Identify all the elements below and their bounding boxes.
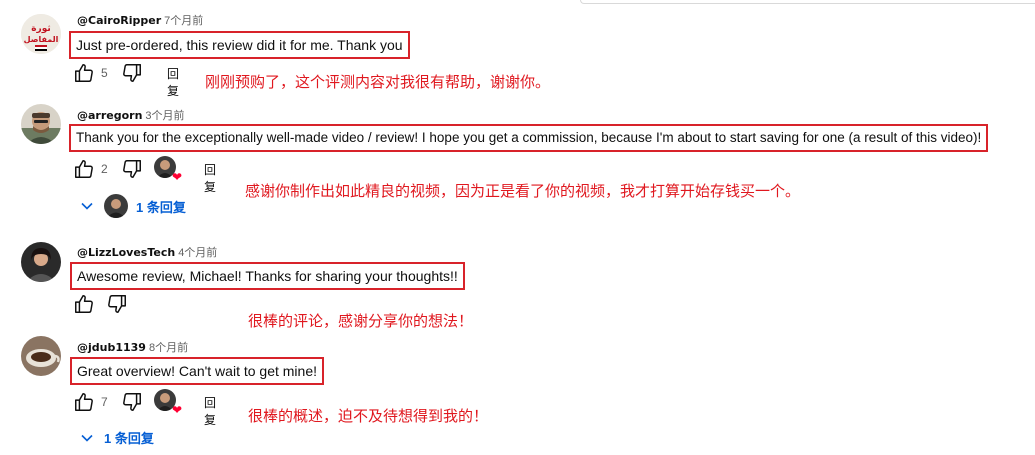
comment-text: Great overview! Can't wait to get mine! [70,357,324,385]
like-button[interactable] [72,157,96,181]
panel-top-border [580,0,1035,4]
dislike-button[interactable] [120,61,144,85]
avatar[interactable] [21,242,61,282]
thumbs-down-icon [123,393,141,411]
replies-count: 1 条回复 [136,199,186,215]
author-handle[interactable]: @jdub1139 [77,341,146,354]
translation-annotation: 很棒的评论，感谢分享你的想法！ [248,312,474,330]
chevron-down-icon [81,202,93,210]
thumbs-up-icon [75,393,93,411]
comment-time[interactable]: 8个月前 [149,342,188,354]
comment-header: @jdub1139 8个月前 [77,339,188,355]
translation-annotation: 很棒的概述，迫不及待想得到我的！ [248,407,489,425]
view-replies-button[interactable]: 1 条回复 [80,194,186,218]
thumbs-up-icon [75,64,93,82]
like-button[interactable] [72,390,96,414]
dislike-button[interactable] [105,292,129,316]
replies-count: 1 条回复 [104,431,154,446]
comment-time[interactable]: 4个月前 [178,247,217,259]
view-replies-button[interactable]: 1 条回复 [80,428,154,447]
like-count: 7 [101,395,108,409]
thumbs-up-icon [75,160,93,178]
comment-text: Just pre-ordered, this review did it for… [69,31,410,59]
like-count: 5 [101,66,108,80]
comment-header: @arregorn 3个月前 [77,107,185,123]
dislike-button[interactable] [120,157,144,181]
comment-header: @CairoRipper 7个月前 [77,12,203,28]
thumbs-down-icon [123,64,141,82]
avatar[interactable] [21,336,61,376]
thumbs-down-icon [123,160,141,178]
avatar[interactable]: ثورة المفاصل [21,14,61,54]
thumbs-up-icon [75,295,93,313]
reply-button[interactable]: 回复 [204,161,216,195]
thumbs-down-icon [108,295,126,313]
chevron-down-icon [81,434,93,442]
svg-text:المفاصل: المفاصل [24,35,59,44]
comment-text: Awesome review, Michael! Thanks for shar… [70,262,465,290]
creator-heart: ❤ [154,156,182,183]
heart-icon: ❤ [171,403,182,417]
translation-annotation: 刚刚预购了，这个评测内容对我很有帮助，谢谢你。 [205,73,551,91]
comment-text: Thank you for the exceptionally well-mad… [69,124,989,152]
reply-avatar [104,194,128,218]
author-handle[interactable]: @LizzLovesTech [77,246,175,259]
translation-annotation: 感谢你制作出如此精良的视频，因为正是看了你的视频，我才打算开始存钱买一个。 [245,182,801,200]
reply-button[interactable]: 回复 [204,394,216,428]
creator-heart: ❤ [154,389,182,416]
author-handle[interactable]: @CairoRipper [77,14,161,27]
heart-icon: ❤ [171,170,182,184]
comment-time[interactable]: 7个月前 [164,15,203,27]
comment-time[interactable]: 3个月前 [145,110,184,122]
reply-button[interactable]: 回复 [167,65,179,99]
comment-header: @LizzLovesTech 4个月前 [77,244,217,260]
dislike-button[interactable] [120,390,144,414]
like-button[interactable] [72,292,96,316]
author-handle[interactable]: @arregorn [77,109,142,122]
avatar-logo-text: ثورة [31,24,51,34]
avatar[interactable] [21,104,61,144]
like-button[interactable] [72,61,96,85]
like-count: 2 [101,162,108,176]
